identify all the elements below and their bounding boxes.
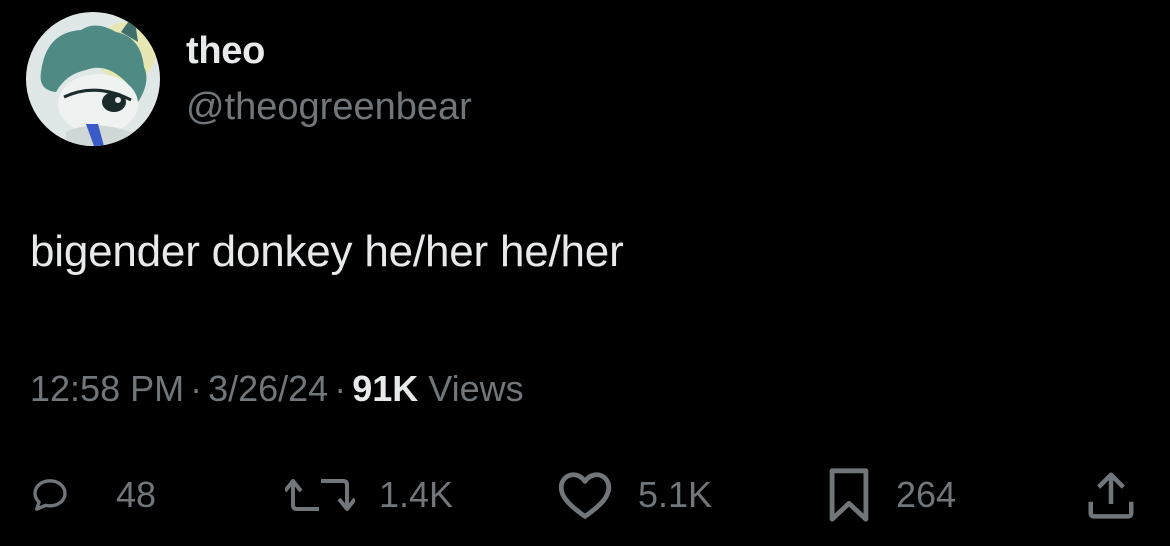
tweet-card: theo @theogreenbear bigender donkey he/h… <box>0 0 1170 546</box>
bookmark-icon <box>829 468 869 522</box>
action-bar: 48 1.4K 5.1K 264 <box>0 460 1170 530</box>
bookmark-button[interactable]: 264 <box>826 460 956 530</box>
repost-count: 1.4K <box>379 474 454 515</box>
bookmark-count: 264 <box>896 474 957 515</box>
share-icon <box>1088 472 1134 519</box>
views-count: 91K <box>352 368 419 409</box>
cartoon-avatar-icon <box>26 12 160 146</box>
like-count: 5.1K <box>638 474 713 515</box>
reply-count: 48 <box>116 474 157 515</box>
repost-icon <box>285 479 355 511</box>
author-handle[interactable]: @theogreenbear <box>186 86 472 129</box>
tweet-time[interactable]: 12:58 PM <box>30 368 184 409</box>
like-button[interactable]: 5.1K <box>556 460 712 530</box>
share-button[interactable] <box>1084 460 1138 530</box>
tweet-text: bigender donkey he/her he/her <box>30 227 624 276</box>
meta-separator: · <box>190 368 203 409</box>
author-avatar[interactable] <box>26 12 160 146</box>
tweet-meta: 12:58 PM · 3/26/24 · 91K Views <box>30 368 524 410</box>
repost-button[interactable]: 1.4K <box>285 460 453 530</box>
reply-button[interactable]: 48 <box>30 460 156 530</box>
meta-separator: · <box>334 368 347 409</box>
heart-icon <box>558 472 612 519</box>
reply-icon <box>33 479 67 511</box>
tweet-date[interactable]: 3/26/24 <box>208 368 328 409</box>
author-display-name[interactable]: theo <box>186 30 265 73</box>
views-label: Views <box>428 368 524 409</box>
